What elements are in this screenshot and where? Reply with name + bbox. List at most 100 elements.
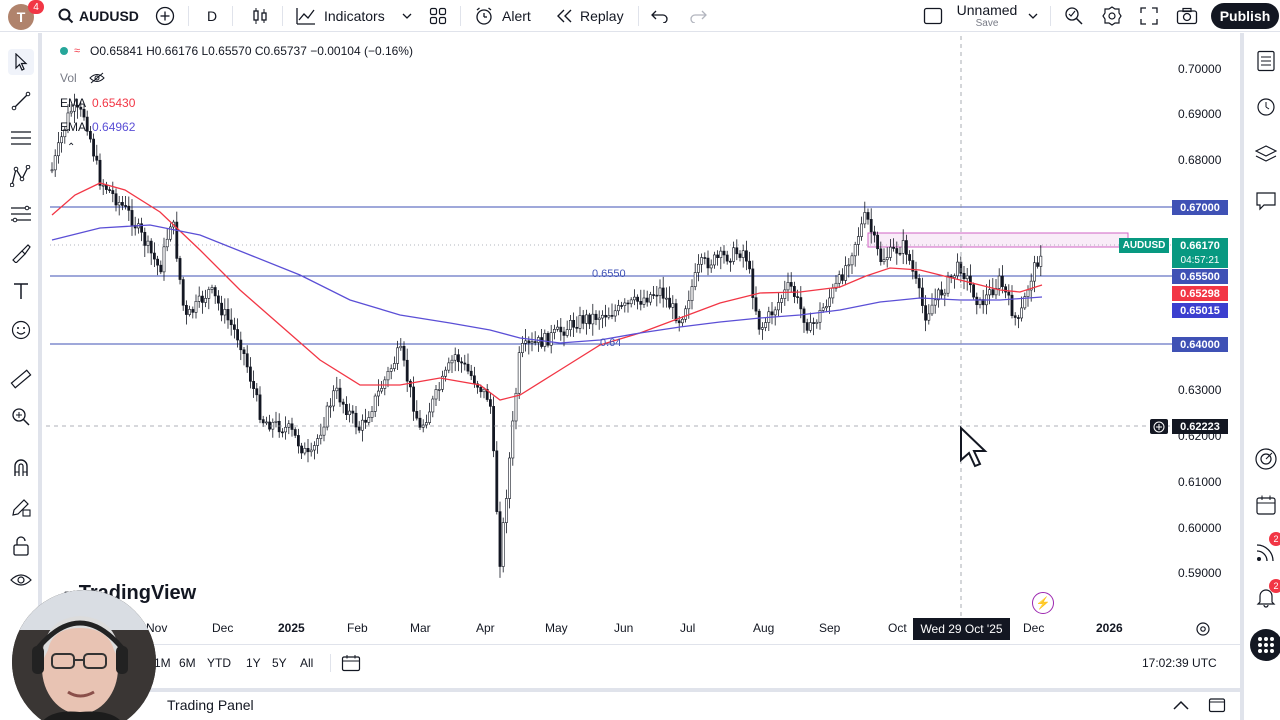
lightning-icon[interactable]: ⚡ <box>1032 592 1054 614</box>
time-tick-label: Dec <box>1023 621 1045 635</box>
compare-symbol-button[interactable] <box>155 0 175 32</box>
pitchfork-tool[interactable] <box>8 163 34 189</box>
undo-button[interactable] <box>651 0 669 32</box>
measure-tool[interactable] <box>8 366 34 392</box>
timeframe-6m[interactable]: 6M <box>179 652 196 674</box>
candle-body <box>367 417 371 423</box>
emoji-tool[interactable] <box>8 317 34 343</box>
candle-body <box>588 314 592 325</box>
search-icon <box>58 8 74 24</box>
candle-body <box>680 318 684 324</box>
time-tick-label: Sep <box>819 621 841 635</box>
candle-body <box>114 193 118 206</box>
text-tool[interactable] <box>8 278 34 304</box>
level-06550-tag: 0.65500 <box>1172 269 1228 284</box>
axis-settings-button[interactable] <box>1195 621 1211 642</box>
indicator-templates-dropdown[interactable] <box>402 0 412 32</box>
cursor-tool[interactable] <box>8 49 34 75</box>
chart-pane[interactable] <box>46 36 1238 644</box>
candle-body <box>623 302 627 306</box>
cursor-arrow-icon <box>15 53 28 71</box>
ema-slow-row[interactable]: EMA 0.64962 <box>60 120 135 134</box>
clock-button[interactable]: 17:02:39 UTC <box>1142 652 1217 674</box>
alerts-panel-button[interactable] <box>1252 92 1280 120</box>
drawing-mode-tool[interactable] <box>8 494 34 520</box>
candle-body <box>210 287 214 290</box>
candle-body <box>386 371 390 381</box>
quick-search-button[interactable] <box>1064 0 1084 32</box>
expand-panel-button[interactable] <box>1172 698 1190 716</box>
chevron-down-icon <box>402 13 412 19</box>
chat-button[interactable] <box>1252 187 1280 215</box>
candle-body <box>268 421 272 430</box>
time-tick-label: Jul <box>680 621 696 635</box>
apps-button[interactable] <box>1250 629 1280 661</box>
brush-tool[interactable] <box>8 240 34 266</box>
zoom-tool[interactable] <box>8 404 34 430</box>
timeframe-all[interactable]: All <box>300 652 313 674</box>
object-tree-button[interactable] <box>1252 140 1280 168</box>
ideas-button[interactable] <box>1252 445 1280 473</box>
redo-button[interactable] <box>689 0 707 32</box>
candle-body <box>1000 275 1004 287</box>
volume-row[interactable]: Vol <box>60 71 105 85</box>
layout-menu-dropdown[interactable] <box>1028 0 1038 32</box>
candle-body <box>229 319 233 326</box>
clock-label: 17:02:39 UTC <box>1142 656 1217 670</box>
symbol-search-button[interactable]: AUDUSD <box>58 0 139 32</box>
ema-fast-line[interactable] <box>51 182 1043 401</box>
ema-fast-label: EMA <box>60 96 87 110</box>
indicators-button[interactable]: Indicators <box>296 0 385 32</box>
interval-button[interactable]: D <box>207 0 217 32</box>
lock-drawings-tool[interactable] <box>8 533 34 559</box>
fib-tool[interactable] <box>8 201 34 227</box>
add-alert-button[interactable] <box>1150 419 1168 434</box>
price-chart[interactable] <box>46 36 1238 644</box>
hidden-eye-icon[interactable] <box>88 72 105 84</box>
smiley-icon <box>11 320 31 340</box>
trend-line-tool[interactable] <box>8 88 34 114</box>
collapse-legend-icon[interactable]: ⌃ <box>67 142 75 153</box>
candle-body <box>533 341 537 343</box>
zoom-in-icon <box>12 408 30 426</box>
candle-body <box>300 445 304 454</box>
time-tick-label: Mar <box>410 621 431 635</box>
candle-body <box>760 327 764 330</box>
horizontal-lines-tool[interactable] <box>8 125 34 151</box>
candle-body <box>463 362 467 365</box>
ema-fast-row[interactable]: EMA 0.65430 <box>60 96 135 110</box>
trend-line-icon <box>11 91 31 111</box>
price-tick-label: 0.60000 <box>1178 521 1222 535</box>
watchlist-button[interactable] <box>1252 47 1280 75</box>
chart-type-button[interactable] <box>251 0 269 32</box>
candle-body <box>562 331 566 336</box>
calendar-button[interactable] <box>1252 491 1280 519</box>
hide-drawings-tool[interactable] <box>8 567 34 593</box>
brush-icon <box>12 244 31 263</box>
timeframe-ytd[interactable]: YTD <box>207 652 231 674</box>
magnet-tool[interactable] <box>8 455 34 481</box>
maximize-panel-button[interactable] <box>1208 697 1226 718</box>
alert-button[interactable]: Alert <box>474 0 531 32</box>
candle-body <box>658 287 662 296</box>
layout-name-button[interactable]: Unnamed Save <box>952 3 1022 30</box>
candle-body <box>121 202 124 206</box>
timeframe-1y[interactable]: 1Y <box>246 652 261 674</box>
timeframe-5y[interactable]: 5Y <box>272 652 287 674</box>
timeframe-1m[interactable]: 1M <box>154 652 171 674</box>
trading-panel-tab[interactable]: Trading Panel <box>167 697 254 713</box>
publish-button[interactable]: Publish <box>1211 3 1279 29</box>
candle-body <box>719 250 723 259</box>
candle-body <box>847 264 851 267</box>
snapshot-button[interactable] <box>1176 0 1198 32</box>
go-to-date-button[interactable] <box>341 654 361 677</box>
candle-body <box>575 326 579 329</box>
replay-button[interactable]: Replay <box>556 0 624 32</box>
pitchfork-icon <box>10 165 31 187</box>
fullscreen-button[interactable] <box>1140 0 1158 32</box>
layouts-button[interactable] <box>429 0 447 32</box>
candle-body <box>290 423 294 430</box>
layout-select-checkbox[interactable] <box>923 0 943 32</box>
candle-body <box>405 359 409 382</box>
settings-button[interactable] <box>1102 0 1122 32</box>
